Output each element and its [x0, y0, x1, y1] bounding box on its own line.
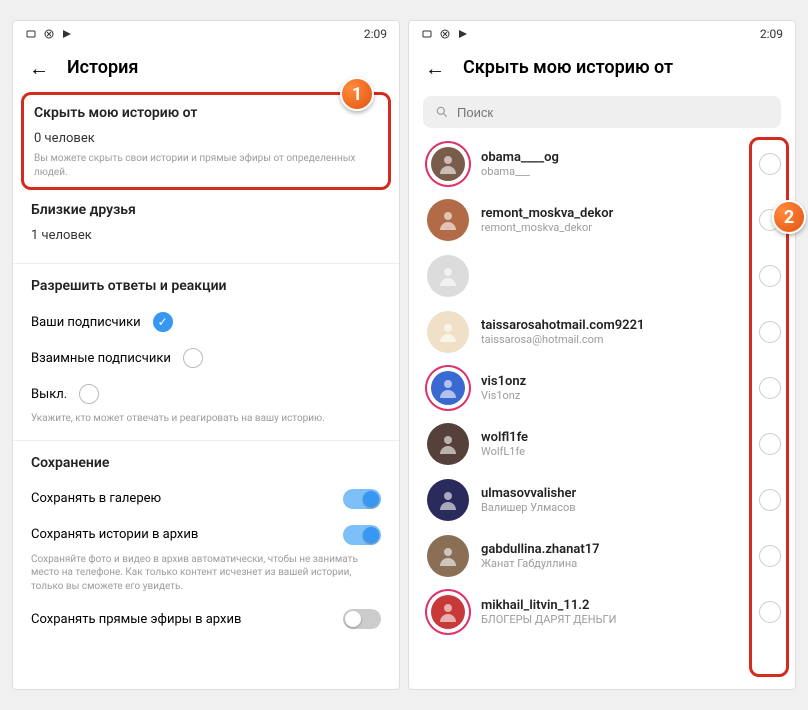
replies-section: Разрешить ответы и реакции Ваши подписчи… [13, 266, 399, 438]
radio-followers-label: Ваши подписчики [31, 315, 141, 330]
close-friends-section[interactable]: Близкие друзья 1 человек [13, 190, 399, 261]
toggle-archive[interactable] [343, 525, 381, 545]
status-bar: 2:09 [13, 21, 399, 47]
notif-icon-3 [457, 28, 469, 40]
divider [13, 440, 399, 441]
avatar [427, 199, 469, 241]
notif-icon-1 [25, 28, 37, 40]
back-arrow-icon[interactable]: ← [29, 58, 49, 78]
user-subname: Валишер Улмасов [481, 501, 747, 514]
replies-hint: Укажите, кто может отвечать и реагироват… [31, 412, 381, 426]
avatar [427, 143, 469, 185]
user-row[interactable]: mikhail_litvin_11.2 БЛОГЕРЫ ДАРЯТ ДЕНЬГИ [427, 584, 781, 640]
search-icon [435, 105, 449, 119]
user-subname: WolfL1fe [481, 445, 747, 458]
avatar [427, 535, 469, 577]
radio-checked-icon[interactable] [153, 312, 173, 332]
status-time: 2:09 [364, 27, 387, 41]
user-name: taissarosahotmail.com9221 [481, 318, 747, 333]
user-row[interactable]: remont_moskva_dekor remont_moskva_dekor [427, 192, 781, 248]
user-list[interactable]: obama____og obama___ remont_moskva_dekor… [409, 136, 795, 689]
avatar [427, 423, 469, 465]
user-subname: БЛОГЕРЫ ДАРЯТ ДЕНЬГИ [481, 613, 747, 626]
page-title: Скрыть мою историю от [463, 57, 673, 78]
radio-empty-icon[interactable] [79, 384, 99, 404]
toggle-gallery[interactable] [343, 489, 381, 509]
user-picker-screen: 2:09 ← Скрыть мою историю от obama____og… [408, 20, 796, 690]
toggle-gallery-row: Сохранять в галерею [31, 481, 381, 517]
user-row[interactable]: gabdullina.zhanat17 Жанат Габдуллина [427, 528, 781, 584]
user-name: mikhail_litvin_11.2 [481, 598, 747, 613]
radio-empty-icon[interactable] [183, 348, 203, 368]
user-name: vis1onz [481, 374, 747, 389]
avatar [427, 311, 469, 353]
hide-story-value: 0 человек [34, 131, 378, 146]
hide-story-hint: Вы можете скрыть свои истории и прямые э… [34, 152, 378, 179]
user-name: gabdullina.zhanat17 [481, 542, 747, 557]
user-subname: obama___ [481, 165, 747, 178]
search-input[interactable] [457, 105, 769, 120]
user-name: obama____og [481, 150, 747, 165]
callout-2: 2 [772, 200, 806, 234]
search-bar[interactable] [423, 96, 781, 128]
user-row[interactable] [427, 248, 781, 304]
user-subname: Жанат Габдуллина [481, 557, 747, 570]
callout-1: 1 [340, 77, 374, 111]
divider [13, 263, 399, 264]
titlebar: ← Скрыть мою историю от [409, 47, 795, 92]
notif-icon-2 [439, 28, 451, 40]
user-row[interactable]: vis1onz Vis1onz [427, 360, 781, 416]
page-title: История [67, 57, 138, 78]
hide-story-title[interactable]: Скрыть мою историю от [34, 105, 378, 121]
toggle-gallery-label: Сохранять в галерею [31, 491, 161, 506]
notif-icon-2 [43, 28, 55, 40]
saving-title: Сохранение [31, 455, 381, 471]
toggle-live-archive-row: Сохранять прямые эфиры в архив [31, 601, 381, 637]
radio-mutual[interactable]: Взаимные подписчики [31, 340, 381, 376]
user-row[interactable]: obama____og obama___ [427, 136, 781, 192]
user-text: mikhail_litvin_11.2 БЛОГЕРЫ ДАРЯТ ДЕНЬГИ [481, 598, 747, 626]
toggle-live-archive[interactable] [343, 609, 381, 629]
user-name: remont_moskva_dekor [481, 206, 747, 221]
replies-title: Разрешить ответы и реакции [31, 278, 381, 294]
avatar [427, 591, 469, 633]
radio-off[interactable]: Выкл. [31, 376, 381, 412]
user-text: ulmasovvalisher Валишер Улмасов [481, 486, 747, 514]
close-friends-value: 1 человек [31, 228, 381, 243]
user-row[interactable]: taissarosahotmail.com9221 taissarosa@hot… [427, 304, 781, 360]
status-time: 2:09 [760, 27, 783, 41]
radio-off-label: Выкл. [31, 387, 67, 402]
toggle-archive-label: Сохранять истории в архив [31, 527, 198, 542]
user-name: wolfl1fe [481, 430, 747, 445]
user-row[interactable]: ulmasovvalisher Валишер Улмасов [427, 472, 781, 528]
user-text: obama____og obama___ [481, 150, 747, 178]
notif-icon-1 [421, 28, 433, 40]
radio-followers[interactable]: Ваши подписчики [31, 304, 381, 340]
back-arrow-icon[interactable]: ← [425, 58, 445, 78]
avatar [427, 479, 469, 521]
user-row[interactable]: wolfl1fe WolfL1fe [427, 416, 781, 472]
highlight-hide-story: Скрыть мою историю от 0 человек Вы может… [21, 92, 391, 190]
user-text: vis1onz Vis1onz [481, 374, 747, 402]
status-bar: 2:09 [409, 21, 795, 47]
user-subname: Vis1onz [481, 389, 747, 402]
user-text: wolfl1fe WolfL1fe [481, 430, 747, 458]
saving-section: Сохранение Сохранять в галерею Сохранять… [13, 443, 399, 650]
user-name: ulmasovvalisher [481, 486, 747, 501]
settings-screen: 2:09 ← История Скрыть мою историю от 0 ч… [12, 20, 400, 690]
user-subname: taissarosa@hotmail.com [481, 333, 747, 346]
user-text: taissarosahotmail.com9221 taissarosa@hot… [481, 318, 747, 346]
avatar [427, 255, 469, 297]
user-subname: remont_moskva_dekor [481, 221, 747, 234]
saving-hint: Сохраняйте фото и видео в архив автомати… [31, 553, 381, 594]
avatar [427, 367, 469, 409]
close-friends-title: Близкие друзья [31, 202, 381, 218]
toggle-live-archive-label: Сохранять прямые эфиры в архив [31, 612, 241, 627]
radio-mutual-label: Взаимные подписчики [31, 351, 171, 366]
notif-icon-3 [61, 28, 73, 40]
user-text: remont_moskva_dekor remont_moskva_dekor [481, 206, 747, 234]
toggle-archive-row: Сохранять истории в архив [31, 517, 381, 553]
user-text: gabdullina.zhanat17 Жанат Габдуллина [481, 542, 747, 570]
